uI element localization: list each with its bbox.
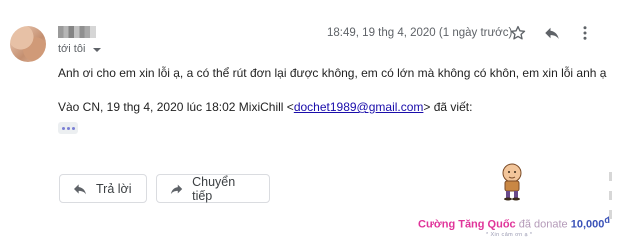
quoted-header: Vào CN, 19 thg 4, 2020 lúc 18:02 MixiChi… bbox=[58, 100, 472, 114]
reply-icon bbox=[74, 183, 86, 194]
recipient-label: tới tôi bbox=[58, 43, 86, 55]
reply-top-button[interactable] bbox=[541, 22, 563, 44]
donate-character-icon bbox=[495, 161, 529, 206]
forward-label: Chuyển tiếp bbox=[192, 174, 236, 203]
expand-quoted-icon bbox=[61, 126, 65, 130]
donor-name: Cường Tăng Quốc bbox=[418, 218, 516, 231]
donation-amount: 10,000 bbox=[570, 218, 605, 231]
reply-button[interactable]: Trả lời bbox=[59, 174, 147, 203]
star-button[interactable] bbox=[507, 22, 529, 44]
reply-label: Trả lời bbox=[96, 181, 132, 196]
donation-thanks: * Xin cảm ơn ạ * bbox=[486, 232, 533, 238]
expand-quoted-button[interactable] bbox=[58, 122, 78, 134]
forward-icon bbox=[170, 184, 183, 194]
quoted-suffix: > đã viết: bbox=[423, 100, 473, 114]
more-vert-icon bbox=[583, 26, 587, 40]
quoted-email-link[interactable]: dochet1989@gmail.com bbox=[294, 100, 424, 114]
sender-avatar[interactable] bbox=[10, 26, 46, 62]
email-body: Anh ơi cho em xin lỗi ạ, a có thể rút đơ… bbox=[58, 66, 607, 80]
reply-icon bbox=[545, 27, 559, 39]
donation-action: đã donate bbox=[518, 218, 568, 231]
donation-alert: Cường Tăng Quốc đã donate 10,000đ bbox=[418, 215, 610, 231]
scrollbar-track[interactable] bbox=[609, 172, 613, 242]
star-icon bbox=[510, 25, 526, 40]
quoted-prefix: Vào CN, 19 thg 4, 2020 lúc 18:02 MixiChi… bbox=[58, 100, 294, 114]
forward-button[interactable]: Chuyển tiếp bbox=[156, 174, 270, 203]
chevron-down-icon bbox=[93, 47, 102, 52]
sender-name-redacted bbox=[58, 26, 96, 38]
more-options-button[interactable] bbox=[574, 22, 596, 44]
recipient-toggle[interactable]: tới tôi bbox=[58, 43, 102, 55]
email-timestamp: 18:49, 19 thg 4, 2020 (1 ngày trước) bbox=[327, 27, 513, 39]
